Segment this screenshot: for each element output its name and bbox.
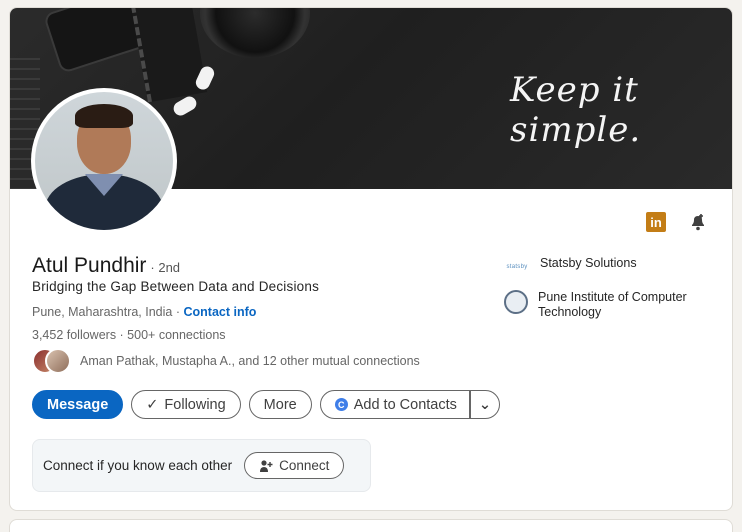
add-to-contacts-label: Add to Contacts bbox=[353, 396, 457, 413]
more-button[interactable]: More bbox=[248, 390, 312, 419]
connect-label: Connect bbox=[279, 458, 330, 473]
add-person-icon bbox=[260, 459, 273, 472]
next-section-card bbox=[9, 519, 733, 532]
bell-add-icon[interactable] bbox=[688, 212, 708, 232]
chevron-down-icon: ⌄ bbox=[478, 396, 491, 413]
contacts-dropdown-button[interactable]: ⌄ bbox=[469, 390, 500, 419]
connect-prompt-text: Connect if you know each other bbox=[43, 458, 233, 473]
connect-button[interactable]: Connect bbox=[244, 452, 345, 479]
name-row: Atul Pundhir · 2nd bbox=[32, 254, 180, 278]
profile-orgs: statsby Statsby Solutions Pune Institute… bbox=[504, 256, 714, 332]
org-item-pict[interactable]: Pune Institute of Computer Technology bbox=[504, 290, 714, 320]
connect-prompt: Connect if you know each other Connect bbox=[32, 439, 371, 492]
location-separator: · bbox=[172, 305, 184, 319]
org-name: Pune Institute of Computer Technology bbox=[538, 290, 687, 319]
org-name: Statsby Solutions bbox=[540, 256, 637, 270]
check-icon: ✓ bbox=[146, 396, 159, 413]
following-button[interactable]: ✓ Following bbox=[131, 390, 241, 419]
stats-row: 3,452 followers · 500+ connections bbox=[32, 328, 226, 342]
following-label: Following bbox=[164, 396, 226, 413]
pict-logo bbox=[504, 290, 528, 314]
message-button[interactable]: Message bbox=[32, 390, 124, 419]
contacts-icon: C bbox=[334, 398, 348, 411]
profile-photo[interactable] bbox=[31, 88, 177, 234]
profile-name: Atul Pundhir bbox=[32, 254, 147, 277]
linkedin-icon[interactable]: in bbox=[646, 212, 666, 232]
location-text: Pune, Maharashtra, India bbox=[32, 305, 173, 319]
add-to-contacts-button[interactable]: C Add to Contacts bbox=[319, 390, 470, 419]
contact-info-link[interactable]: Contact info bbox=[183, 305, 256, 319]
mutual-connections-text: Aman Pathak, Mustapha A., and 12 other m… bbox=[80, 354, 420, 368]
connections-count[interactable]: · 500+ connections bbox=[116, 328, 226, 342]
mutual-connections[interactable]: Aman Pathak, Mustapha A., and 12 other m… bbox=[32, 348, 420, 374]
profile-card: Keep it simple. in Atul Pundhir · 2nd Br… bbox=[9, 7, 733, 511]
avatar bbox=[45, 348, 71, 374]
profile-actions: Message ✓ Following More C Add to Contac… bbox=[32, 390, 500, 419]
org-item-statsby[interactable]: statsby Statsby Solutions bbox=[504, 256, 714, 278]
banner-cup bbox=[200, 8, 310, 58]
banner-tagline: Keep it simple. bbox=[510, 70, 642, 150]
profile-top-icons: in bbox=[646, 212, 708, 232]
banner-notebook bbox=[128, 8, 208, 103]
followers-count[interactable]: 3,452 followers bbox=[32, 328, 116, 342]
statsby-logo: statsby bbox=[506, 264, 528, 270]
mutual-avatars bbox=[32, 348, 72, 374]
profile-headline: Bridging the Gap Between Data and Decisi… bbox=[32, 279, 320, 294]
connection-degree: · 2nd bbox=[150, 260, 181, 275]
location-row: Pune, Maharashtra, India · Contact info bbox=[32, 305, 256, 319]
